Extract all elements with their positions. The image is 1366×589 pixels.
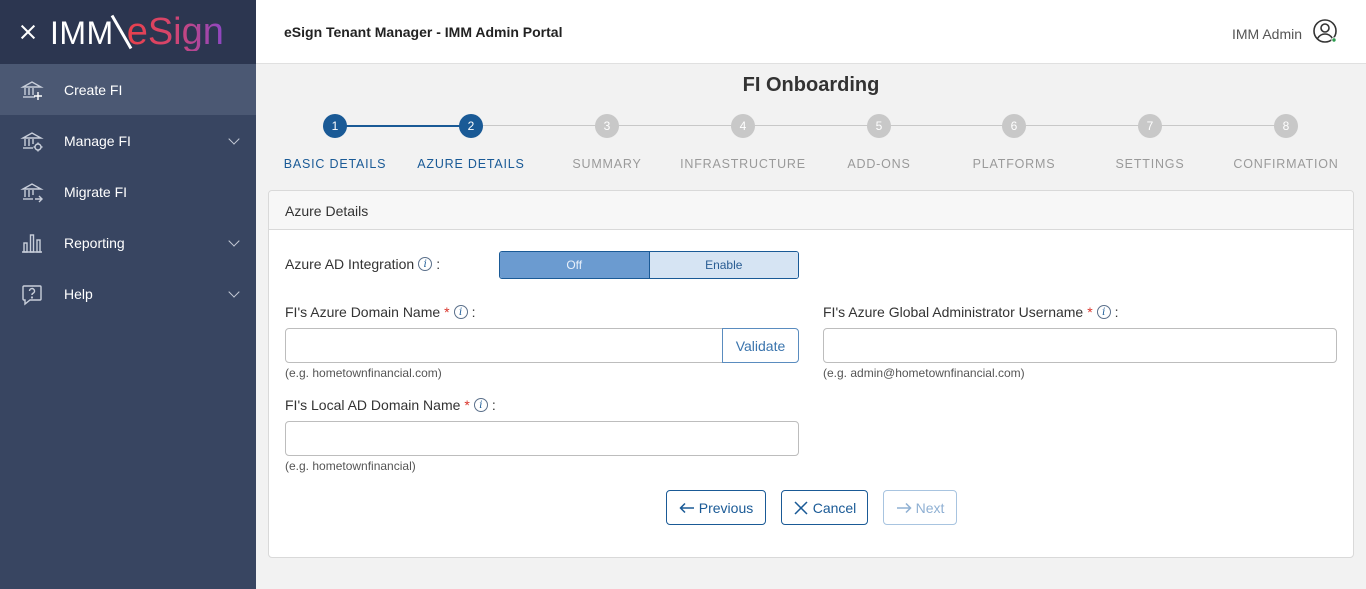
admin-username-label: FI's Azure Global Administrator Username… (823, 304, 1119, 320)
sidebar-item-create-fi[interactable]: Create FI (0, 64, 256, 115)
info-icon[interactable]: i (453, 305, 468, 319)
arrow-left-icon (679, 502, 695, 514)
onboarding-stepper: 1 BASIC DETAILS 2 AZURE DETAILS 3 SUMMAR… (256, 114, 1366, 174)
sidebar-item-reporting[interactable]: Reporting (0, 217, 256, 268)
step-number: 1 (323, 114, 347, 138)
user-name: IMM Admin (1231, 25, 1302, 42)
step-number: 6 (1002, 114, 1026, 138)
page-title: FI Onboarding (742, 74, 880, 96)
step-number: 3 (595, 114, 619, 138)
sidebar-item-label: Help (64, 285, 93, 302)
local-domain-label: FI's Local AD Domain Name * i : (285, 397, 496, 413)
step-azure-details[interactable]: 2 AZURE DETAILS (403, 114, 539, 171)
step-number: 4 (731, 114, 755, 138)
sidebar-item-label: Create FI (64, 81, 123, 98)
next-label: Next (915, 499, 945, 516)
logo-imm-text: IMM (50, 15, 114, 51)
sidebar-item-migrate-fi[interactable]: Migrate FI (0, 166, 256, 217)
chevron-down-icon (228, 133, 240, 145)
step-label: ADD-ONS (847, 157, 911, 171)
cancel-label: Cancel (812, 499, 857, 516)
admin-username-hint: (e.g. admin@hometownfinancial.com) (823, 366, 1025, 380)
local-domain-hint: (e.g. hometownfinancial) (285, 459, 416, 473)
label-colon: : (471, 304, 476, 320)
azure-ad-toggle: Off Enable (499, 251, 799, 279)
close-icon (793, 500, 809, 516)
required-marker: * (444, 304, 450, 320)
label-colon: : (436, 256, 441, 272)
step-label: CONFIRMATION (1233, 157, 1339, 171)
sidebar-item-help[interactable]: Help (0, 268, 256, 319)
step-platforms[interactable]: 6 PLATFORMS (946, 114, 1082, 171)
step-add-ons[interactable]: 5 ADD-ONS (811, 114, 947, 171)
bank-arrow-icon (20, 180, 44, 204)
required-marker: * (464, 397, 470, 413)
bank-gear-icon (20, 129, 44, 153)
required-marker: * (1087, 304, 1093, 320)
admin-username-input[interactable] (823, 328, 1337, 363)
previous-button[interactable]: Previous (666, 490, 766, 525)
info-icon[interactable]: i (473, 398, 488, 412)
user-menu[interactable]: IMM Admin (1232, 18, 1338, 49)
label-text: FI's Local AD Domain Name (285, 397, 461, 413)
sidebar-item-manage-fi[interactable]: Manage FI (0, 115, 256, 166)
step-summary[interactable]: 3 SUMMARY (539, 114, 675, 171)
step-label: AZURE DETAILS (417, 157, 525, 171)
sidebar: IMM eSign Create FI Manage FI Migrate FI… (0, 0, 256, 589)
chevron-down-icon (228, 235, 240, 247)
step-label: INFRASTRUCTURE (680, 157, 806, 171)
cancel-button[interactable]: Cancel (781, 490, 868, 525)
step-number: 7 (1138, 114, 1162, 138)
user-avatar-icon (1312, 18, 1338, 49)
sidebar-item-label: Migrate FI (64, 183, 128, 200)
brand-bar: IMM eSign (0, 0, 256, 64)
validate-button[interactable]: Validate (722, 328, 799, 363)
azure-domain-hint: (e.g. hometownfinancial.com) (285, 366, 442, 380)
info-icon[interactable]: i (418, 257, 433, 271)
step-label: PLATFORMS (972, 157, 1056, 171)
logo-esign-text: eSign (126, 11, 224, 53)
azure-domain-input[interactable] (285, 328, 723, 363)
local-domain-input[interactable] (285, 421, 799, 456)
step-label: BASIC DETAILS (283, 157, 387, 171)
step-label: SUMMARY (572, 157, 642, 171)
label-colon: : (1114, 304, 1119, 320)
step-label: SETTINGS (1115, 157, 1185, 171)
imm-esign-logo[interactable]: IMM eSign (50, 13, 224, 51)
sidebar-item-label: Reporting (64, 234, 125, 251)
help-bubble-icon (20, 282, 44, 306)
azure-details-card: Azure Details Azure AD Integration i : O… (268, 190, 1354, 558)
step-basic-details[interactable]: 1 BASIC DETAILS (267, 114, 403, 171)
label-text: FI's Azure Domain Name (285, 304, 441, 320)
label-text: Azure AD Integration (285, 256, 415, 272)
toggle-off-option[interactable]: Off (500, 252, 650, 278)
next-button[interactable]: Next (883, 490, 957, 525)
previous-label: Previous (698, 499, 754, 516)
portal-title: eSign Tenant Manager - IMM Admin Portal (284, 23, 563, 40)
close-icon[interactable] (18, 22, 38, 42)
sidebar-item-label: Manage FI (64, 132, 131, 149)
bank-add-icon (20, 78, 44, 102)
step-confirmation[interactable]: 8 CONFIRMATION (1218, 114, 1354, 171)
step-settings[interactable]: 7 SETTINGS (1082, 114, 1218, 171)
azure-ad-integration-label: Azure AD Integration i : (285, 256, 440, 272)
chevron-down-icon (228, 286, 240, 298)
card-title: Azure Details (269, 191, 1353, 230)
info-icon[interactable]: i (1096, 305, 1111, 319)
bar-chart-icon (20, 231, 44, 255)
top-header: eSign Tenant Manager - IMM Admin Portal … (256, 0, 1366, 64)
azure-domain-label: FI's Azure Domain Name * i : (285, 304, 476, 320)
step-infrastructure[interactable]: 4 INFRASTRUCTURE (675, 114, 811, 171)
step-number: 8 (1274, 114, 1298, 138)
step-number: 5 (867, 114, 891, 138)
toggle-enable-option[interactable]: Enable (649, 252, 798, 278)
label-text: FI's Azure Global Administrator Username (823, 304, 1084, 320)
step-number: 2 (459, 114, 483, 138)
label-colon: : (491, 397, 496, 413)
arrow-right-icon (896, 502, 912, 514)
